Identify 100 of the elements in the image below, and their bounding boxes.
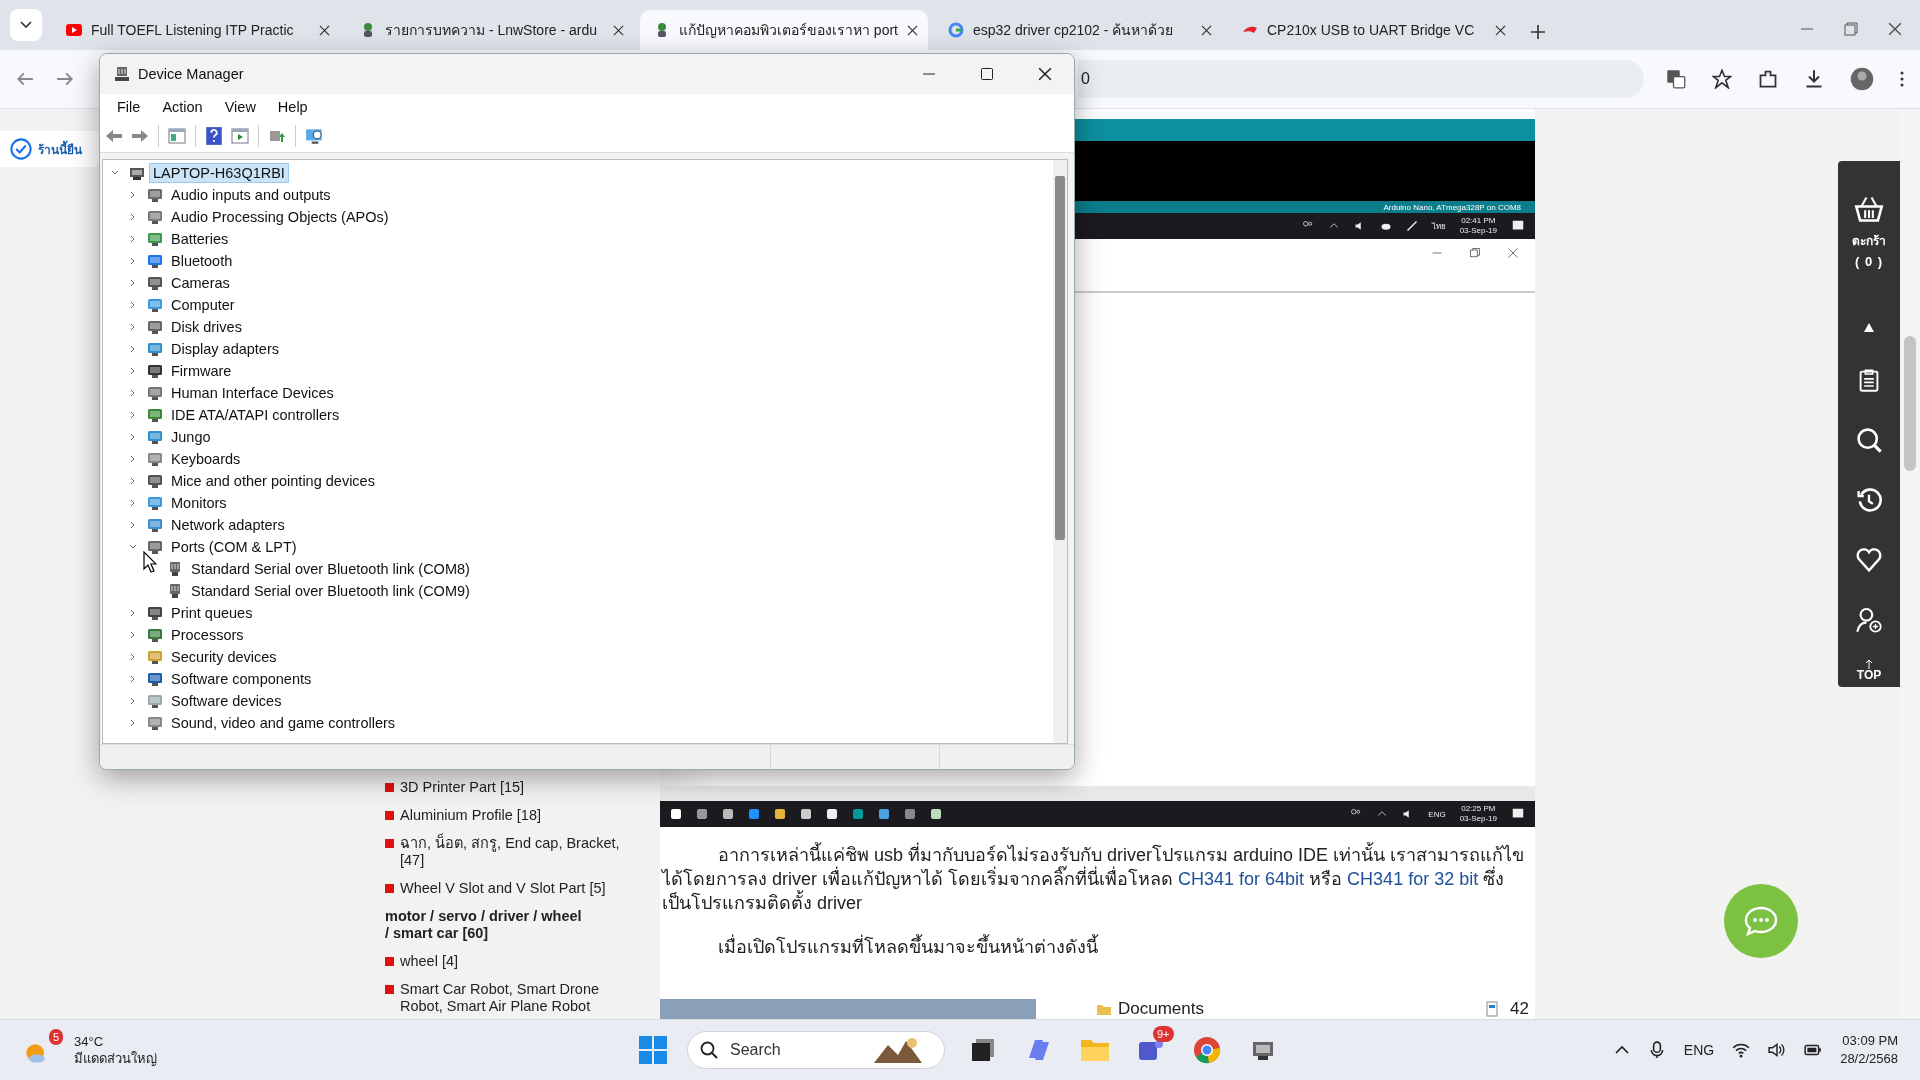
tree-item[interactable]: Bluetooth xyxy=(167,251,237,271)
tree-item[interactable]: Print queues xyxy=(167,603,257,623)
tree-item[interactable]: Audio Processing Objects (APOs) xyxy=(167,207,393,227)
tree-item[interactable]: Monitors xyxy=(167,493,231,513)
expand-icon[interactable] xyxy=(129,697,137,705)
expand-icon[interactable] xyxy=(129,499,137,507)
category-link[interactable]: Smart Car Robot, Smart Drone Robot, Smart Air Plane Robot xyxy=(400,981,625,1015)
menu-item[interactable]: File xyxy=(108,97,150,117)
browser-tab[interactable]: CP210x USB to UART Bridge VC xyxy=(1228,10,1516,50)
browser-tab[interactable]: รายการบทความ - LnwStore - ardu xyxy=(346,10,634,50)
tree-item[interactable]: Human Interface Devices xyxy=(167,383,338,403)
browser-tab[interactable]: Full TOEFL Listening ITP Practic xyxy=(52,10,340,50)
expand-icon[interactable] xyxy=(129,279,137,287)
close-icon[interactable] xyxy=(1038,67,1052,81)
expand-icon[interactable] xyxy=(129,257,137,265)
cart-label[interactable]: ตะกร้า xyxy=(1852,231,1886,250)
tree-item[interactable]: Software components xyxy=(167,669,316,689)
clock-time[interactable]: 03:09 PM xyxy=(1842,1032,1898,1050)
collapse-icon[interactable] xyxy=(111,169,119,177)
forward-icon xyxy=(130,127,150,145)
close-tab-icon[interactable] xyxy=(613,24,624,36)
expand-icon[interactable] xyxy=(129,609,137,617)
tree-item[interactable]: Cameras xyxy=(167,273,234,293)
clock-date[interactable]: 28/2/2568 xyxy=(1840,1050,1898,1068)
category-link[interactable]: ฉาก, น็อต, สกรู, End cap, Bracket, [47] xyxy=(400,835,625,869)
expand-icon[interactable] xyxy=(129,301,137,309)
chrome-icon[interactable] xyxy=(1192,1035,1222,1065)
language-indicator[interactable]: ENG xyxy=(1683,1042,1715,1058)
extensions-icon xyxy=(1758,69,1778,89)
menu-item[interactable]: Help xyxy=(268,97,317,117)
expand-icon[interactable] xyxy=(129,719,137,727)
address-bar[interactable]: 0 xyxy=(1078,60,1644,98)
tree-item[interactable]: Network adapters xyxy=(167,515,289,535)
start-icon[interactable] xyxy=(639,1036,667,1064)
tree-item[interactable]: Sound, video and game controllers xyxy=(167,713,400,733)
expand-icon[interactable] xyxy=(129,411,137,419)
tree-item[interactable]: Batteries xyxy=(167,229,233,249)
expand-icon[interactable] xyxy=(129,367,137,375)
new-tab-icon[interactable] xyxy=(1530,24,1546,40)
expand-icon[interactable] xyxy=(129,235,137,243)
tree-item[interactable]: Computer xyxy=(167,295,239,315)
expand-icon[interactable] xyxy=(129,345,137,353)
menu-item[interactable]: Action xyxy=(153,97,212,117)
tree-item[interactable]: Software devices xyxy=(167,691,286,711)
tree-item[interactable]: Jungo xyxy=(167,427,215,447)
expand-icon[interactable] xyxy=(129,653,137,661)
tree-item[interactable]: Security devices xyxy=(167,647,281,667)
expand-icon[interactable] xyxy=(129,675,137,683)
category-link[interactable]: wheel [4] xyxy=(400,953,459,970)
tree-item[interactable]: Standard Serial over Bluetooth link (COM9) xyxy=(187,581,474,601)
tree-item[interactable]: Audio inputs and outputs xyxy=(167,185,335,205)
browser-tab[interactable]: esp32 driver cp2102 - ค้นหาด้วย xyxy=(934,10,1222,50)
expand-icon[interactable] xyxy=(129,521,137,529)
bullet-icon xyxy=(385,811,394,820)
tree-item[interactable]: Standard Serial over Bluetooth link (COM8) xyxy=(187,559,474,579)
download-link[interactable]: CH341 for 64bit xyxy=(1178,869,1305,889)
port-icon xyxy=(167,561,183,577)
category-link[interactable]: Aluminium Profile [18] xyxy=(400,807,542,824)
help-icon xyxy=(204,126,224,146)
tree-item[interactable]: Firmware xyxy=(167,361,236,381)
expand-icon[interactable] xyxy=(129,191,137,199)
tab-search-button[interactable] xyxy=(10,9,42,41)
tree-item[interactable]: LAPTOP-H63Q1RBI xyxy=(149,163,289,183)
browser-tab[interactable]: แก้ปัญหาคอมพิวเตอร์ของเราหา port xyxy=(640,10,928,50)
close-tab-icon[interactable] xyxy=(907,24,918,36)
collapse-icon[interactable] xyxy=(129,543,137,551)
back-icon xyxy=(104,127,124,145)
menu-item[interactable]: View xyxy=(215,97,265,117)
tree-item[interactable]: Mice and other pointing devices xyxy=(167,471,379,491)
download-link[interactable]: CH341 for 32 bit xyxy=(1347,869,1479,889)
expand-icon[interactable] xyxy=(129,389,137,397)
mouse-cursor-icon xyxy=(143,551,157,573)
expand-icon[interactable] xyxy=(129,455,137,463)
category-link[interactable]: Wheel V Slot and V Slot Part [5] xyxy=(400,880,606,897)
category-link[interactable]: 3D Printer Part [15] xyxy=(400,779,525,796)
back-to-top-button[interactable]: TOP xyxy=(1856,659,1882,681)
close-tab-icon[interactable] xyxy=(1201,24,1212,36)
close-tab-icon[interactable] xyxy=(319,24,330,36)
back-icon xyxy=(16,70,34,88)
tree-item[interactable]: Ports (COM & LPT) xyxy=(167,537,301,557)
category-heading[interactable]: motor / servo / driver / wheel / smart car [60] xyxy=(385,908,585,942)
expand-icon[interactable] xyxy=(129,213,137,221)
close-tab-icon[interactable] xyxy=(1495,24,1506,36)
expand-icon[interactable] xyxy=(129,323,137,331)
tree-item[interactable]: Processors xyxy=(167,625,248,645)
volume-icon xyxy=(1768,1041,1787,1059)
cart-count: ( 0 ) xyxy=(1854,254,1884,269)
tree-item[interactable]: Disk drives xyxy=(167,317,246,337)
restore-icon[interactable] xyxy=(1844,22,1858,36)
history-icon xyxy=(1856,487,1882,513)
scrollbar[interactable] xyxy=(1053,160,1067,743)
search-input[interactable]: Search xyxy=(728,1040,862,1060)
expand-icon[interactable] xyxy=(129,433,137,441)
tree-item[interactable]: Keyboards xyxy=(167,449,245,469)
page-scrollbar[interactable] xyxy=(1900,109,1920,1019)
expand-icon[interactable] xyxy=(129,477,137,485)
search-field[interactable]: Search xyxy=(687,1031,945,1069)
expand-icon[interactable] xyxy=(129,631,137,639)
tree-item[interactable]: Display adapters xyxy=(167,339,283,359)
tree-item[interactable]: IDE ATA/ATAPI controllers xyxy=(167,405,344,425)
